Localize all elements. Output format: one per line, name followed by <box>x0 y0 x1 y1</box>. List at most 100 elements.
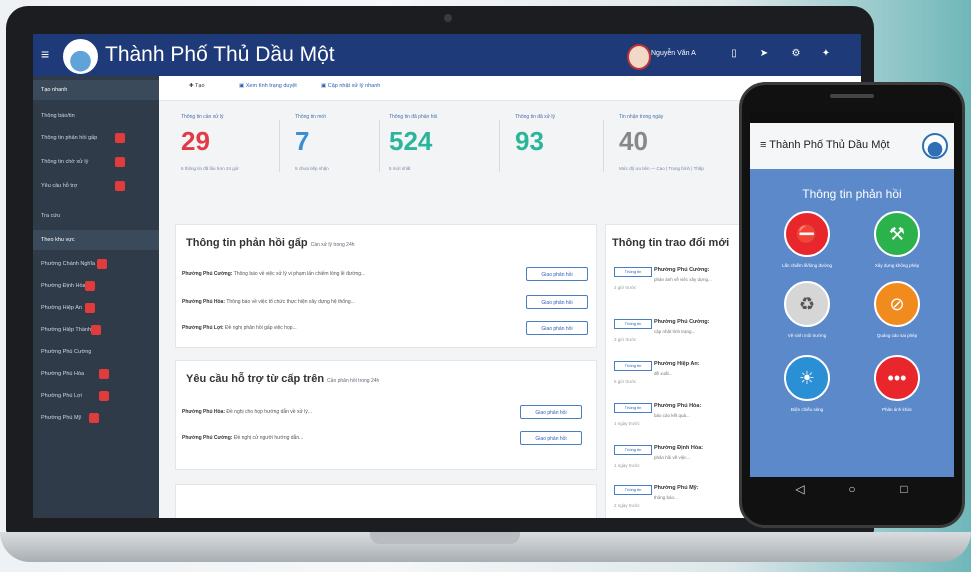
tile-ads[interactable]: ⊘ Quảng cáo sai phép <box>852 281 942 361</box>
tile-label: Điện chiếu sáng <box>790 407 824 412</box>
respond-button[interactable]: Giao phản hồi <box>526 321 588 335</box>
tile-sanitation[interactable]: ♻ Vệ sinh môi trường <box>762 281 852 361</box>
item-name: Phường Định Hòa: <box>654 445 704 451</box>
stat-label: Thông tin cần xử lý <box>181 114 224 120</box>
count-badge <box>85 303 95 313</box>
sidebar-item-ward[interactable]: Phường Định Hòa <box>33 276 159 296</box>
item-time: 5 giờ trước <box>614 379 637 384</box>
divider <box>499 120 500 172</box>
laptop-screen: ≡ Thành Phố Thủ Dầu Một Nguyễn Văn A ▯ ➤… <box>33 34 861 518</box>
back-icon[interactable]: ◁ <box>792 481 808 497</box>
stat-responded[interactable]: Thông tin đã phản hồi 524 5 mới nhất <box>389 114 489 194</box>
sidebar-item-ward[interactable]: Phường Phú Lợi <box>33 386 159 406</box>
sidebar-item-lookup[interactable]: Tra cứu <box>33 206 159 226</box>
count-badge <box>115 133 125 143</box>
sidebar-item-ward[interactable]: Phường Hiệp Thành <box>33 320 159 340</box>
avatar[interactable] <box>627 44 651 70</box>
tile-sidewalk[interactable]: ⛔ Lấn chiếm lề/lòng đường <box>762 211 852 291</box>
stat-sub: Mức độ ưu tiên — Cao | Trung bình | Thấp <box>619 166 704 171</box>
phone-app-bar: ≡ Thành Phố Thủ Dầu Một <box>750 123 954 169</box>
count-badge <box>115 181 125 191</box>
quick-update-link[interactable]: ▣ Cập nhật xử lý nhanh <box>321 83 380 89</box>
list-item[interactable]: Phường Phú Hòa: Thông báo về việc tổ chứ… <box>182 299 355 305</box>
count-badge <box>99 391 109 401</box>
emblem-icon[interactable]: ✦ <box>819 47 833 61</box>
tile-lighting[interactable]: ☀ Điện chiếu sáng <box>762 355 852 435</box>
respond-button[interactable]: Giao phản hồi <box>520 431 582 445</box>
sidebar: Tạo nhanh Thông báo/tin Thông tin phản h… <box>33 76 159 518</box>
stat-value: 7 <box>295 126 310 156</box>
phone-heading: Thông tin phản hồi <box>802 187 902 201</box>
stat-value: 524 <box>389 126 433 156</box>
item-text: báo cáo kết quả... <box>654 413 690 418</box>
divider <box>379 120 380 172</box>
menu-icon[interactable]: ≡ <box>41 46 49 62</box>
list-item[interactable]: Phường Phú Cường: Đề nghị cử người hướng… <box>182 435 303 441</box>
sidebar-item-by-area[interactable]: Theo khu vực <box>33 230 159 250</box>
item-text: đề xuất... <box>654 371 673 376</box>
stat-pending[interactable]: Thông tin cần xử lý 29 6 thông tin đã lâ… <box>181 114 281 194</box>
recents-icon[interactable]: □ <box>896 481 912 497</box>
stat-value: 93 <box>515 126 544 156</box>
tile-label: Phản ánh khác <box>881 407 913 412</box>
tile-construction[interactable]: ⚒ Xây dựng không phép <box>852 211 942 291</box>
urgent-feedback-panel: Thông tin phản hồi gấp Cần xử lý trong 24… <box>175 224 597 348</box>
sidebar-item-quick-create[interactable]: Tạo nhanh <box>33 80 159 100</box>
sidebar-item-urgent[interactable]: Thông tin phản hồi gấp <box>33 128 159 148</box>
list-item[interactable]: Phường Phú Hòa: Đề nghị cho họp hướng dẫ… <box>182 409 312 415</box>
sidebar-item-ward[interactable]: Phường Phú Cường <box>33 342 159 362</box>
tag-badge: Thông tin <box>614 361 652 371</box>
item-time: 2 giờ trước <box>614 285 637 290</box>
tile-label: Lấn chiếm lề/lòng đường <box>782 263 832 268</box>
garbage-icon: ♻ <box>784 281 830 327</box>
list-item[interactable]: Phường Phú Cường: Thông báo về việc xử l… <box>182 271 365 277</box>
sidebar-item-ward[interactable]: Phường Phú Hòa <box>33 364 159 384</box>
camera-icon <box>444 14 452 22</box>
sidewalk-icon: ⛔ <box>784 211 830 257</box>
sidebar-item-ward[interactable]: Phường Phú Mỹ <box>33 408 159 428</box>
item-time: 2 ngày trước <box>614 503 640 508</box>
count-badge <box>99 369 109 379</box>
laptop-notch <box>370 532 520 544</box>
support-request-panel: Yêu cầu hỗ trợ từ cấp trên Cần phản hồi t… <box>175 360 597 470</box>
panel <box>175 484 597 518</box>
list-item[interactable]: Phường Phú Lợi: Đề nghị phản hồi gấp việ… <box>182 325 297 331</box>
home-icon[interactable]: ○ <box>844 481 860 497</box>
lighting-icon: ☀ <box>784 355 830 401</box>
panel-title: Thông tin trao đổi mới <box>612 237 730 249</box>
sidebar-item-ward[interactable]: Phường Chánh Nghĩa <box>33 254 159 274</box>
tile-label: Quảng cáo sai phép <box>876 333 918 338</box>
item-name: Phường Phú Cường: <box>654 267 710 273</box>
stat-new[interactable]: Thông tin mới 7 5 chưa tiếp nhận <box>295 114 395 194</box>
count-badge <box>115 157 125 167</box>
app-header: ≡ Thành Phố Thủ Dầu Một Nguyễn Văn A ▯ ➤… <box>33 34 861 76</box>
approval-status-link[interactable]: ▣ Xem tình trạng duyệt <box>239 83 297 89</box>
document-icon[interactable]: ▯ <box>727 47 741 61</box>
count-badge <box>85 281 95 291</box>
item-name: Phường Phú Hòa: <box>654 403 702 409</box>
stat-sub: 5 chưa tiếp nhận <box>295 166 329 171</box>
stat-today[interactable]: Tin nhận trong ngày 40 Mức độ ưu tiên — … <box>619 114 719 194</box>
respond-button[interactable]: Giao phản hồi <box>526 267 588 281</box>
user-name[interactable]: Nguyễn Văn A <box>651 50 696 57</box>
item-name: Phường Phú Mỹ: <box>654 485 699 491</box>
add-button[interactable]: ✚ Tạo <box>189 83 205 89</box>
respond-button[interactable]: Giao phản hồi <box>526 295 588 309</box>
sidebar-item-ward[interactable]: Phường Hiệp An <box>33 298 159 318</box>
stat-value: 29 <box>181 126 210 156</box>
speaker-icon <box>830 94 874 98</box>
item-time: 1 ngày trước <box>614 421 640 426</box>
gear-icon[interactable]: ⚙ <box>789 47 803 61</box>
sidebar-item-pending[interactable]: Thông tin chờ xử lý <box>33 152 159 172</box>
tile-other[interactable]: ••• Phản ánh khác <box>852 355 942 435</box>
city-logo-icon <box>922 133 948 159</box>
sidebar-item-support[interactable]: Yêu cầu hỗ trợ <box>33 176 159 196</box>
send-icon[interactable]: ➤ <box>757 47 771 61</box>
sidebar-item-notices[interactable]: Thông báo/tin <box>33 106 159 126</box>
respond-button[interactable]: Giao phản hồi <box>520 405 582 419</box>
stat-sub: 6 thông tin đã lâu hơn 24 giờ <box>181 166 239 171</box>
app-title: Thành Phố Thủ Dầu Một <box>105 43 335 66</box>
stat-processed[interactable]: Thông tin đã xử lý 93 <box>515 114 615 194</box>
item-time: 1 ngày trước <box>614 463 640 468</box>
item-text: phản hồi về việc... <box>654 455 691 460</box>
